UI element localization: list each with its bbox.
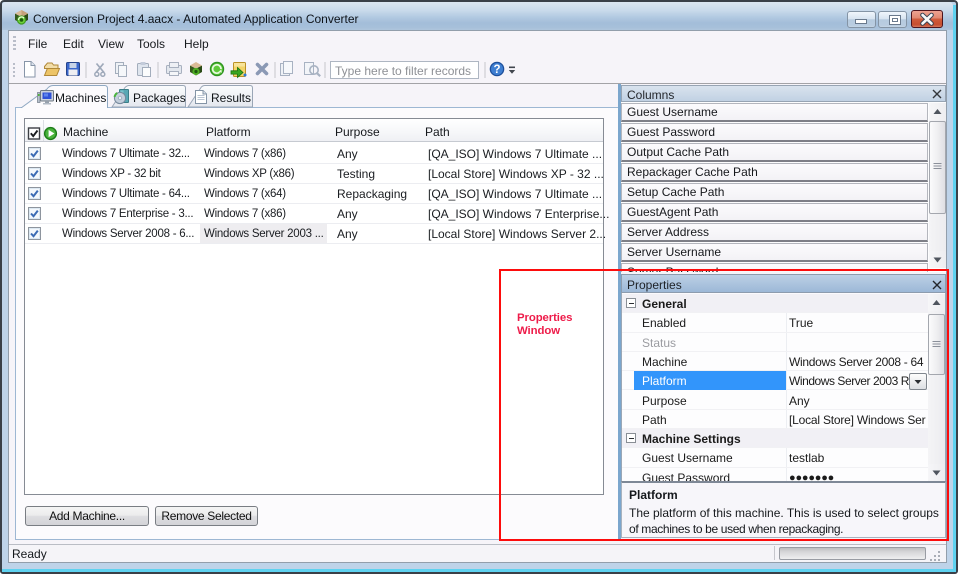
svg-text:?: ?: [493, 64, 500, 76]
